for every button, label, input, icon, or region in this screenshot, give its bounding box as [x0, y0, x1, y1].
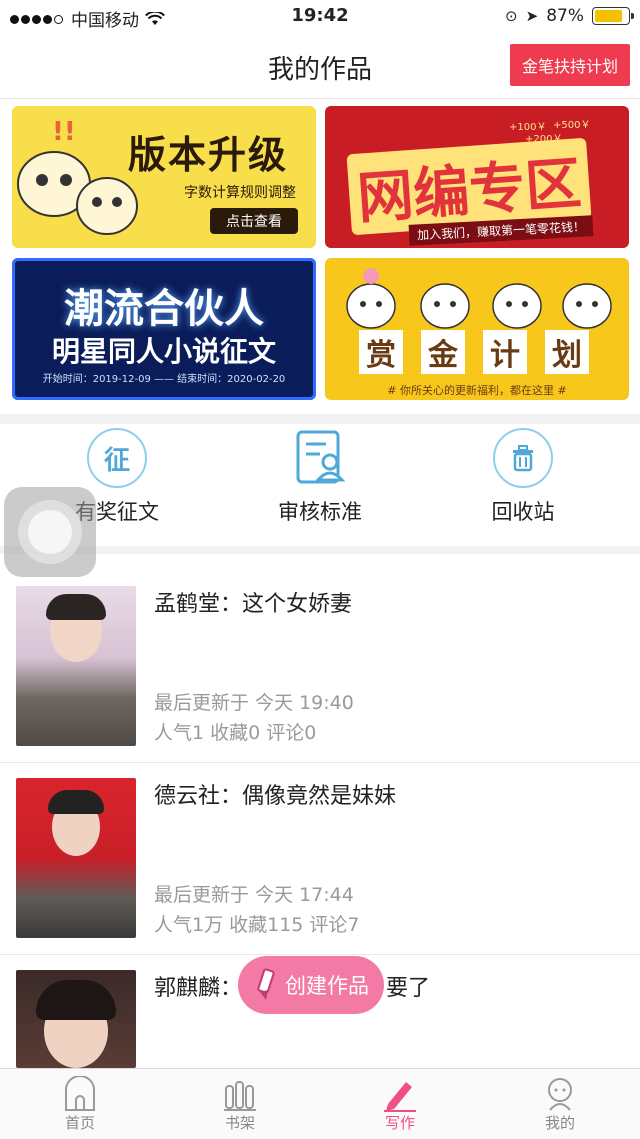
work-updated: 最后更新于 今天 19:40 [154, 692, 354, 714]
banner-trend-partner[interactable]: 潮流合伙人 明星同人小说征文 开始时间：2019-12-09 —— 结束时间：2… [12, 258, 316, 400]
work-cover-image [16, 586, 136, 746]
write-pen-icon [384, 1082, 416, 1112]
banner-subtitle: 字数计算规则调整 [184, 185, 296, 201]
reward-char: 划 [545, 330, 589, 374]
reward-char: 计 [483, 330, 527, 374]
banner-reward-plan[interactable]: 赏 金 计 划 # 你所关心的更新福利，都在这里 # [325, 258, 629, 400]
tab-label: 书架 [224, 1114, 255, 1132]
banner-title: 版本升级 [128, 133, 289, 177]
divider [0, 546, 640, 554]
tab-label: 首页 [64, 1114, 95, 1132]
home-icon [65, 1076, 95, 1111]
banner-editor-zone[interactable]: +100￥ +500￥ +200￥ 网编专区 加入我们，赚取第一笔零花钱！ [325, 106, 629, 248]
nav-bar: 我的作品 金笔扶持计划 [0, 34, 640, 99]
work-title-end: 要了 [386, 976, 431, 1001]
status-bar: 中国移动 19:42 ⊙ ➤ 87% [0, 0, 640, 34]
banner-cta-button[interactable]: 点击查看 [210, 208, 298, 234]
bonus-tag: +500￥ [553, 120, 591, 131]
quick-label: 回收站 [491, 500, 555, 524]
work-title-start: 郭麒麟： [154, 976, 243, 1001]
work-item[interactable]: 孟鹤堂：这个女娇妻 最后更新于 今天 19:40 人气1 收藏0 评论0 [0, 572, 640, 763]
banner-subtitle: 明星同人小说征文 [51, 335, 276, 368]
work-cover-image [16, 970, 136, 1068]
orientation-lock-icon: ⊙ [505, 7, 518, 25]
work-cover-image [16, 778, 136, 938]
create-work-button[interactable]: 创建作品 [238, 956, 384, 1014]
tab-bookshelf[interactable]: 书架 [160, 1069, 320, 1139]
cats-illustration: !! [17, 117, 138, 235]
tab-profile[interactable]: 我的 [480, 1069, 640, 1139]
tab-label: 写作 [384, 1114, 415, 1132]
quick-label: 审核标准 [278, 500, 362, 524]
battery-percent: 87% [546, 6, 584, 26]
banner-title: 潮流合伙人 [64, 286, 264, 332]
location-icon: ➤ [525, 7, 539, 25]
contest-icon: 征 [87, 428, 147, 488]
quick-review-standard[interactable]: 审核标准 [240, 428, 400, 538]
battery-icon [592, 7, 634, 25]
divider [0, 414, 640, 424]
bookshelf-icon [224, 1081, 256, 1111]
create-work-label: 创建作品 [285, 974, 369, 998]
work-stats: 人气1 收藏0 评论0 [154, 722, 317, 744]
work-title: 德云社：偶像竟然是妹妹 [154, 784, 397, 809]
work-item[interactable]: 德云社：偶像竟然是妹妹 最后更新于 今天 17:44 人气1万 收藏115 评论… [0, 764, 640, 955]
assistive-touch-button[interactable] [4, 487, 96, 577]
profile-icon [548, 1078, 572, 1111]
tab-label: 我的 [544, 1114, 575, 1132]
tab-home[interactable]: 首页 [0, 1069, 160, 1139]
banner-subtitle: # 你所关心的更新福利，都在这里 # [387, 384, 567, 397]
pencil-icon [257, 968, 275, 1000]
banner-dates: 开始时间：2019-12-09 —— 结束时间：2020-02-20 [42, 374, 286, 385]
tab-write[interactable]: 写作 [320, 1069, 480, 1139]
banner-version-upgrade[interactable]: !! 版本升级 字数计算规则调整 点击查看 [12, 106, 316, 248]
reward-char: 金 [421, 330, 465, 374]
review-document-icon [296, 430, 346, 484]
quick-recycle-bin[interactable]: 回收站 [443, 428, 603, 538]
cats-illustration [346, 268, 612, 329]
work-title: 孟鹤堂：这个女娇妻 [154, 592, 353, 617]
tab-bar: 首页 书架 写作 我的 [0, 1068, 640, 1139]
svg-text:!!: !! [52, 117, 76, 147]
trash-icon [493, 428, 553, 488]
reward-char: 赏 [359, 330, 403, 374]
support-plan-button[interactable]: 金笔扶持计划 [510, 44, 630, 86]
work-stats: 人气1万 收藏115 评论7 [154, 914, 360, 936]
work-updated: 最后更新于 今天 17:44 [154, 884, 354, 906]
reward-chars: 赏 金 计 划 [359, 330, 589, 374]
